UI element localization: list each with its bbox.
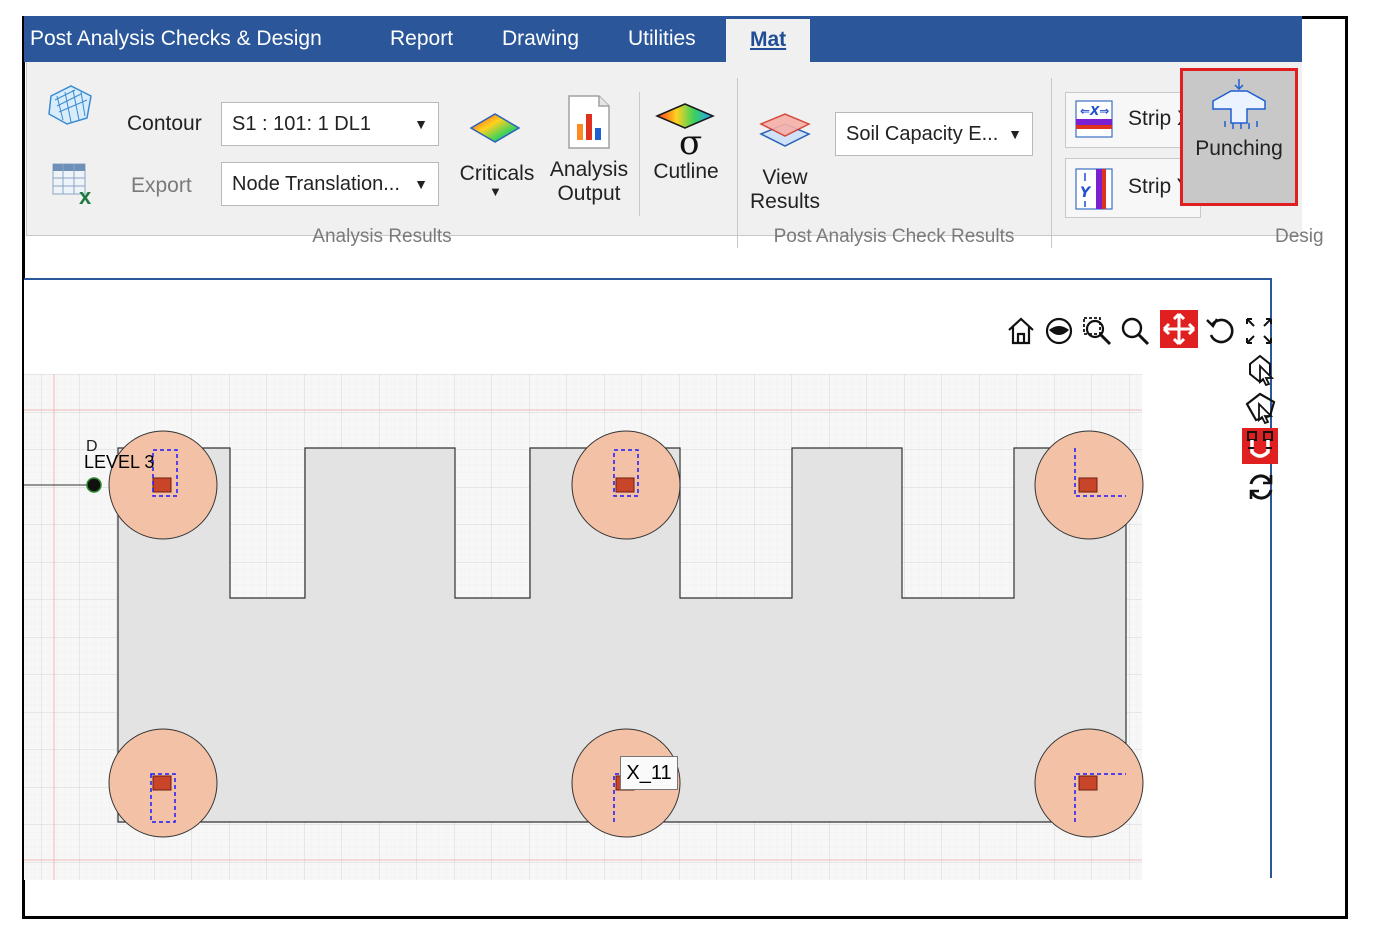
contour-label: Contour xyxy=(127,112,202,135)
punching-zone-4[interactable] xyxy=(108,728,218,838)
strip-y-icon: Y xyxy=(1075,168,1113,210)
view-results-line1: View xyxy=(762,166,808,189)
analysis-output-line2: Output xyxy=(557,182,621,205)
punching-zone-2[interactable] xyxy=(571,430,681,540)
ribbon: Contour x Export S1 : 101: 1 DL1 ▼ Node … xyxy=(26,62,1324,248)
analysis-output-line1: Analysis xyxy=(549,158,629,181)
view-results-button[interactable] xyxy=(755,110,815,159)
soil-capacity-value: Soil Capacity E... xyxy=(846,123,999,145)
criticals-button[interactable] xyxy=(467,108,523,153)
analysis-results-group-label: Analysis Results xyxy=(312,226,452,247)
punching-button[interactable]: Punching xyxy=(1180,68,1298,206)
load-case-select[interactable]: S1 : 101: 1 DL1 ▼ xyxy=(221,102,439,146)
select-polygon-icon[interactable] xyxy=(1244,390,1278,424)
chevron-down-icon: ▼ xyxy=(1008,126,1022,142)
zoom-icon[interactable] xyxy=(1118,314,1152,348)
export-label: Export xyxy=(131,174,192,197)
punching-icon xyxy=(1212,79,1266,129)
load-case-value: S1 : 101: 1 DL1 xyxy=(232,113,371,135)
chevron-down-icon: ▼ xyxy=(414,176,428,192)
punching-zone-3[interactable] xyxy=(1034,430,1144,540)
separator xyxy=(639,92,640,216)
snap-icon[interactable] xyxy=(1242,428,1278,464)
cutline-button[interactable]: σ xyxy=(653,100,717,163)
design-group-label: Desig xyxy=(1275,226,1324,247)
view-results-label: View Results xyxy=(743,166,827,214)
element-tooltip: X_11 xyxy=(620,756,678,790)
axis-node-icon xyxy=(86,477,102,493)
export-button[interactable]: x xyxy=(51,162,97,211)
select-icon[interactable] xyxy=(1244,352,1278,386)
axis-label: D xyxy=(86,438,98,455)
analysis-output-button[interactable] xyxy=(565,94,613,155)
view-results-icon xyxy=(759,113,811,147)
criticals-icon xyxy=(469,113,521,143)
soil-capacity-select[interactable]: Soil Capacity E... ▼ xyxy=(835,112,1033,156)
svg-text:⇐X⇒: ⇐X⇒ xyxy=(1080,104,1109,118)
bar-chart-icon xyxy=(568,95,610,149)
tab-mat[interactable]: Mat xyxy=(726,19,811,62)
result-type-value: Node Translation... xyxy=(232,173,400,195)
result-type-select[interactable]: Node Translation... ▼ xyxy=(221,162,439,206)
chevron-down-icon: ▼ xyxy=(414,116,428,132)
analysis-output-label: Analysis Output xyxy=(545,158,633,206)
orbit-icon[interactable] xyxy=(1042,314,1076,348)
tab-report[interactable]: Report xyxy=(384,16,459,62)
svg-text:σ: σ xyxy=(679,123,702,156)
home-icon[interactable] xyxy=(1004,314,1038,348)
strip-x-icon: ⇐X⇒ xyxy=(1075,100,1113,138)
zoom-window-icon[interactable] xyxy=(1080,314,1114,348)
mat-model-canvas[interactable] xyxy=(24,280,1270,880)
separator xyxy=(737,78,738,248)
pan-icon[interactable] xyxy=(1160,310,1198,348)
punching-label: Punching xyxy=(1195,137,1283,160)
fit-icon[interactable] xyxy=(1242,314,1276,348)
tab-post-analysis-checks-design[interactable]: Post Analysis Checks & Design xyxy=(24,16,328,62)
refresh-icon[interactable] xyxy=(1244,470,1278,504)
contour-button[interactable] xyxy=(47,82,95,131)
criticals-label: Criticals xyxy=(459,162,535,185)
punching-zone-1[interactable] xyxy=(108,430,218,540)
tab-drawing[interactable]: Drawing xyxy=(496,16,585,62)
tab-utilities[interactable]: Utilities xyxy=(622,16,702,62)
cutline-icon: σ xyxy=(655,103,715,163)
model-viewport[interactable]: LEVEL 3 D X_11 xyxy=(24,278,1278,880)
excel-export-icon: x xyxy=(52,163,92,209)
ribbon-tab-bar: Post Analysis Checks & Design Report Dra… xyxy=(24,16,1302,62)
rotate-icon[interactable] xyxy=(1204,314,1238,348)
svg-text:x: x xyxy=(79,184,92,206)
criticals-dropdown-icon[interactable]: ▼ xyxy=(489,184,502,199)
contour-icon xyxy=(48,85,92,125)
punching-zone-6[interactable] xyxy=(1034,728,1144,838)
view-results-line2: Results xyxy=(749,190,821,213)
post-analysis-group-label: Post Analysis Check Results xyxy=(773,226,1015,247)
cutline-label: Cutline xyxy=(653,160,719,183)
separator xyxy=(1051,78,1052,248)
